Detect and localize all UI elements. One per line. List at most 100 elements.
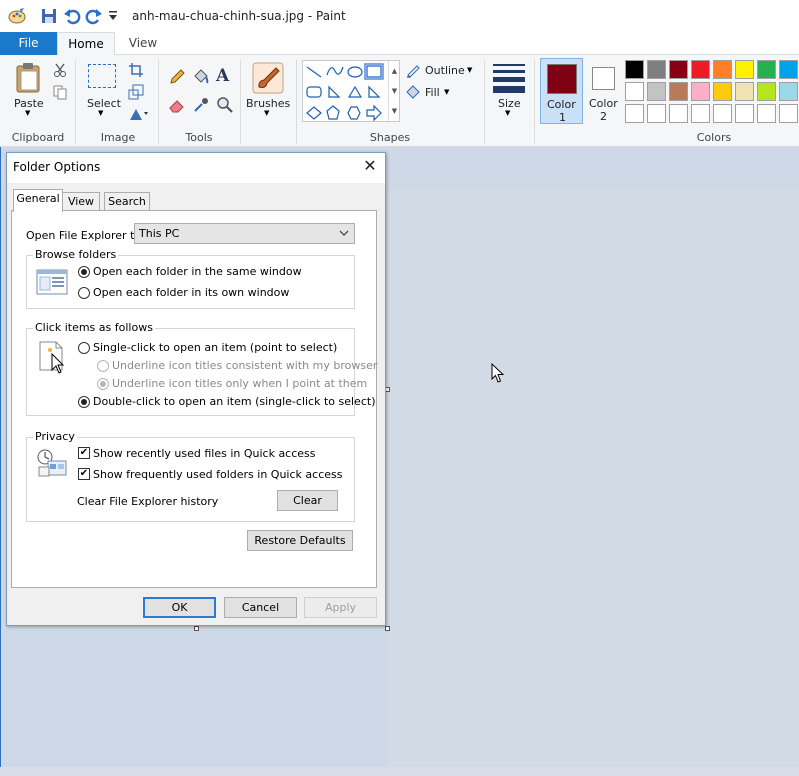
rotate-icon[interactable] [128, 106, 150, 122]
crop-icon[interactable] [128, 62, 144, 78]
tab-search[interactable]: Search [104, 192, 150, 211]
color-swatch[interactable] [691, 82, 710, 101]
double-click-radio[interactable] [78, 396, 90, 408]
open-explorer-dropdown[interactable]: This PC [134, 223, 355, 244]
select-rectangle-icon [88, 64, 116, 88]
color-swatch[interactable] [691, 60, 710, 79]
gallery-scroll[interactable]: ▲ ▼ ▼ [388, 61, 400, 121]
color-swatch[interactable] [735, 104, 754, 123]
tab-view[interactable]: View [118, 32, 168, 56]
recent-files-checkbox[interactable]: ✔ [78, 447, 90, 459]
customize-quick-access-icon[interactable] [108, 10, 118, 22]
save-icon[interactable] [40, 7, 58, 25]
separator [240, 60, 241, 144]
color2-label: Color [589, 97, 618, 110]
color-swatch[interactable] [779, 60, 798, 79]
recent-files-label[interactable]: Show recently used files in Quick access [93, 447, 316, 460]
fill-label[interactable]: Fill [425, 86, 440, 99]
ok-button[interactable]: OK [143, 597, 216, 618]
color-swatch[interactable] [779, 82, 798, 101]
color-swatch[interactable] [647, 104, 666, 123]
clear-button[interactable]: Clear [277, 490, 338, 511]
brush-icon [252, 62, 284, 94]
color-swatch[interactable] [735, 60, 754, 79]
single-click-radio[interactable] [78, 342, 90, 354]
frequent-folders-checkbox[interactable]: ✔ [78, 468, 90, 480]
color2-button[interactable]: Color 2 [584, 58, 624, 124]
chevron-down-icon[interactable]: ▼ [444, 88, 449, 96]
color-swatch[interactable] [625, 104, 644, 123]
resize-handle-corner[interactable] [385, 626, 390, 631]
outline-label[interactable]: Outline [425, 64, 465, 77]
copy-icon[interactable] [52, 84, 68, 100]
shapes-gallery[interactable]: ▲ ▼ ▼ [302, 60, 400, 122]
color2-swatch [592, 67, 615, 90]
color-swatch[interactable] [757, 60, 776, 79]
size-icon [493, 64, 525, 93]
resize-icon[interactable] [128, 84, 144, 100]
color-swatch[interactable] [713, 60, 732, 79]
chevron-down-icon[interactable]: ▼ [467, 66, 472, 74]
color-swatch[interactable] [691, 104, 710, 123]
color1-label: Color [547, 98, 576, 111]
tab-home[interactable]: Home [57, 32, 115, 56]
apply-button[interactable]: Apply [304, 597, 377, 618]
same-window-radio[interactable] [78, 266, 90, 278]
color-swatch[interactable] [713, 104, 732, 123]
tools-group-label: Tools [185, 131, 213, 144]
color-swatch[interactable] [735, 82, 754, 101]
single-click-label[interactable]: Single-click to open an item (point to s… [93, 341, 337, 354]
undo-icon[interactable] [63, 7, 81, 25]
fill-icon[interactable] [405, 84, 421, 100]
frequent-folders-label[interactable]: Show frequently used folders in Quick ac… [93, 468, 342, 481]
open-explorer-value: This PC [139, 227, 180, 240]
color-swatch[interactable] [625, 82, 644, 101]
color-swatch[interactable] [779, 104, 798, 123]
select-button[interactable]: Select ▼ [82, 60, 122, 122]
color-picker-icon[interactable] [192, 96, 210, 114]
paste-button[interactable]: Paste ▼ [10, 60, 48, 122]
fill-bucket-icon[interactable] [192, 68, 210, 86]
resize-handle-bottom[interactable] [194, 626, 199, 631]
double-click-label[interactable]: Double-click to open an item (single-cli… [93, 395, 375, 408]
select-label: Select [87, 97, 121, 110]
image-group-label: Image [100, 131, 136, 144]
color-swatch[interactable] [757, 82, 776, 101]
color-swatch[interactable] [669, 104, 688, 123]
redo-icon[interactable] [85, 7, 103, 25]
size-button[interactable]: Size ▼ [490, 60, 528, 122]
cut-icon[interactable] [52, 62, 68, 78]
chevron-down-icon: ▼ [505, 109, 511, 117]
eraser-icon[interactable] [168, 96, 186, 114]
brushes-button[interactable]: Brushes ▼ [246, 60, 290, 122]
close-icon[interactable]: ✕ [360, 156, 380, 176]
color1-number: 1 [559, 111, 566, 124]
tab-view[interactable]: View [62, 192, 100, 211]
click-items-title: Click items as follows [33, 321, 155, 334]
color1-button[interactable]: Color 1 [540, 58, 583, 124]
outline-icon[interactable] [405, 62, 421, 78]
privacy-title: Privacy [33, 430, 77, 443]
color-swatch[interactable] [647, 60, 666, 79]
color-swatch[interactable] [757, 104, 776, 123]
own-window-radio[interactable] [78, 287, 90, 299]
color-swatch[interactable] [647, 82, 666, 101]
color-swatch[interactable] [669, 60, 688, 79]
restore-defaults-button[interactable]: Restore Defaults [247, 530, 353, 551]
colors-group-label: Colors [696, 131, 732, 144]
text-tool-icon[interactable]: A [216, 66, 229, 86]
file-menu-tab[interactable]: File [0, 32, 57, 55]
paint-app-icon[interactable] [8, 7, 26, 25]
cancel-button[interactable]: Cancel [224, 597, 297, 618]
color-swatch[interactable] [669, 82, 688, 101]
drawing-canvas[interactable] [386, 189, 799, 768]
same-window-label[interactable]: Open each folder in the same window [93, 265, 302, 278]
tab-general[interactable]: General [13, 189, 63, 212]
open-explorer-label: Open File Explorer to: [26, 229, 145, 242]
color-swatch[interactable] [625, 60, 644, 79]
own-window-label[interactable]: Open each folder in its own window [93, 286, 289, 299]
magnifier-icon[interactable] [216, 96, 234, 114]
color-swatch[interactable] [713, 82, 732, 101]
pencil-icon[interactable] [168, 68, 186, 86]
bottom-band [0, 767, 799, 776]
